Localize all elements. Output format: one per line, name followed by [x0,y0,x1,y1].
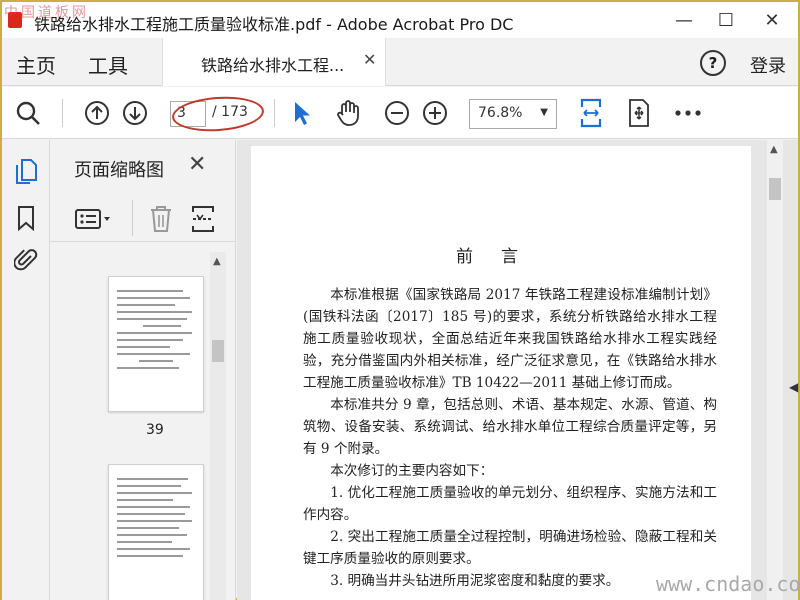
attachment-icon[interactable] [10,244,42,276]
paragraph: 本标准共分 9 章，包括总则、术语、基本规定、水源、管道、构筑物、设备安装、系统… [303,397,717,457]
fit-page-icon[interactable] [574,87,608,139]
document-scrollbar[interactable]: ▲ [767,140,783,600]
zoom-value: 76.8% [478,105,523,121]
paragraph: 1. 优化工程施工质量验收的单元划分、组织程序、实施方法和工作内容。 [303,485,717,523]
thumbnail-page-number: 39 [146,422,164,438]
paragraph: 3. 明确当井头钻进所用泥浆密度和黏度的要求。 [330,573,620,589]
red-annotation-circle [170,93,266,135]
search-icon[interactable] [10,87,46,139]
thumbnails-panel: 页面缩略图 ✕ 39 ▲ [50,140,236,600]
scrollbar-thumb[interactable] [769,178,781,200]
scroll-up-arrow[interactable]: ▲ [213,256,221,267]
paragraph: 2. 突出工程施工质量全过程控制，明确进场检验、隐蔽工程和关键工序质量验收的原则… [303,529,717,567]
close-window-button[interactable]: ✕ [750,2,794,38]
page-thumbnails-icon[interactable] [10,156,42,188]
thumbnails-toolbar [50,196,236,242]
title-bar: 中国道板网 铁路给水排水工程施工质量验收标准.pdf - Adobe Acrob… [2,2,798,38]
minimize-button[interactable]: — [662,2,706,38]
hand-tool-icon[interactable] [330,87,366,139]
document-body: 本标准根据《国家铁路局 2017 年铁路工程建设标准编制计划》(国铁科法函〔20… [303,284,717,592]
help-icon[interactable]: ? [700,50,726,76]
zoom-out-icon[interactable] [382,87,412,139]
document-tab[interactable]: 铁路给水排水工程... ✕ [162,38,386,86]
delete-page-icon[interactable] [148,204,178,234]
document-view: 前言 本标准根据《国家铁路局 2017 年铁路工程建设标准编制计划》(国铁科法函… [237,140,798,600]
bookmark-icon[interactable] [10,202,42,234]
page-thumbnail[interactable] [108,464,204,600]
zoom-in-icon[interactable] [420,87,450,139]
scrollbar-thumb[interactable] [212,340,224,362]
left-icon-rail [2,140,50,600]
prev-page-icon[interactable] [82,87,112,139]
next-page-icon[interactable] [120,87,150,139]
close-panel-button[interactable]: ✕ [188,152,206,177]
menu-tools[interactable]: 工具 [88,50,128,79]
paragraph: 本标准根据《国家铁路局 2017 年铁路工程建设标准编制计划》(国铁科法函〔20… [303,287,717,391]
tab-bar: 主页 工具 铁路给水排水工程... ✕ ? 登录 [2,38,798,86]
paragraph: 本次修订的主要内容如下： [330,463,494,479]
more-icon[interactable] [670,87,706,139]
document-heading: 前言 [456,247,546,267]
toolbar-separator [274,99,275,127]
select-cursor-icon[interactable] [286,87,316,139]
zoom-select[interactable]: 76.8% ▼ [469,99,557,129]
document-page: 前言 本标准根据《国家铁路局 2017 年铁路工程建设标准编制计划》(国铁科法函… [251,146,751,600]
maximize-button[interactable]: ☐ [704,2,748,38]
thumbnails-title: 页面缩略图 [74,160,164,181]
thumbnails-scrollbar[interactable]: ▲ [210,252,226,600]
toolbar-separator [132,200,133,236]
menu-home[interactable]: 主页 [16,50,56,79]
page-thumbnail[interactable] [108,276,204,412]
document-tab-label: 铁路给水排水工程... [201,56,345,75]
extract-pages-icon[interactable] [190,204,220,234]
scroll-up-arrow[interactable]: ▲ [770,144,778,155]
login-button[interactable]: 登录 [750,52,786,78]
toolbar: 3 / 173 76.8% ▼ [2,87,798,139]
toolbar-separator [62,99,63,127]
chevron-down-icon: ▼ [540,107,548,118]
expand-right-panel-arrow[interactable]: ◀ [789,380,798,394]
thumbnail-options-icon[interactable] [74,204,114,234]
close-tab-button[interactable]: ✕ [363,50,376,69]
watermark-bottom-right: www.cndao.com [656,572,800,596]
window-title: 铁路给水排水工程施工质量验收标准.pdf - Adobe Acrobat Pro… [34,15,514,34]
scroll-mode-icon[interactable] [622,87,656,139]
